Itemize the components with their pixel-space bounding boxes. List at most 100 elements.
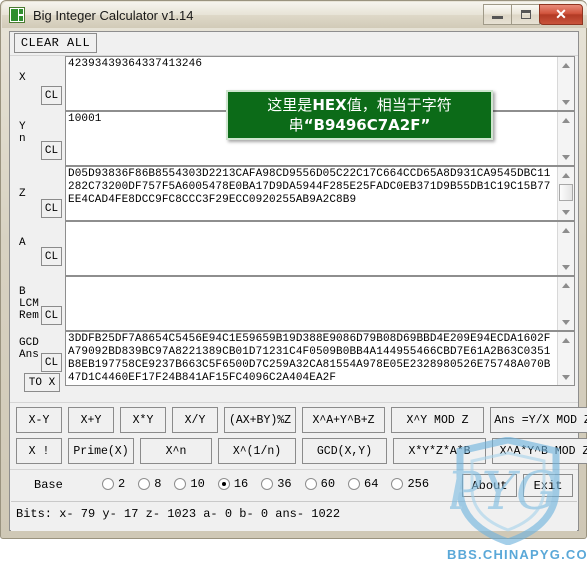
to-x-button[interactable]: TO X (24, 373, 60, 392)
input-b[interactable] (65, 276, 575, 331)
scroll-down-icon[interactable] (558, 149, 574, 165)
op-xa-plus-yb-plus-z-button[interactable]: X^A+Y^B+Z (302, 407, 385, 433)
operations-row-1: X-Y X+Y X*Y X/Y (AX+BY)%Z X^A+Y^B+Z X^Y … (16, 407, 587, 433)
app-icon (9, 7, 25, 23)
clear-ans-button[interactable]: CL (41, 353, 62, 372)
scroll-down-icon[interactable] (558, 204, 574, 220)
minimize-button[interactable] (483, 4, 512, 25)
radio-dot-icon (304, 478, 317, 490)
scrollbar-y[interactable] (557, 112, 574, 165)
radio-dot-icon (261, 478, 274, 490)
annotation-line-1: 这里是HEX值，相当于字符 (267, 95, 451, 115)
field-label-col-ans: GCD Ans CL TO X (10, 331, 65, 392)
op-x-pow-one-over-n-button[interactable]: X^(1/n) (218, 438, 296, 464)
base-radio-36[interactable]: 36 (261, 477, 292, 491)
scroll-down-icon[interactable] (558, 94, 574, 110)
scrollbar-ans[interactable] (557, 332, 574, 385)
scroll-down-icon[interactable] (558, 314, 574, 330)
scrollbar-b[interactable] (557, 277, 574, 330)
base-radio-2-label: 2 (118, 477, 126, 491)
clear-all-button[interactable]: CLEAR ALL (14, 33, 97, 53)
scroll-up-icon[interactable] (558, 57, 574, 73)
scrollbar-x[interactable] (557, 57, 574, 110)
scroll-down-icon[interactable] (558, 259, 574, 275)
base-radio-8-label: 8 (154, 477, 162, 491)
field-row-z: Z CL D05D93836F86B8554303D2213CAFA98CD95… (10, 166, 578, 221)
op-x-div-y-button[interactable]: X/Y (172, 407, 218, 433)
input-z-value: D05D93836F86B8554303D2213CAFA98CD9556D05… (68, 168, 551, 206)
clear-y-button[interactable]: CL (41, 141, 62, 160)
minimize-icon (492, 16, 503, 19)
close-button[interactable]: ✕ (539, 4, 583, 25)
op-x-y-z-a-b-product-button[interactable]: X*Y*Z*A*B (393, 438, 486, 464)
clear-x-button[interactable]: CL (41, 86, 62, 105)
base-radio-2[interactable]: 2 (102, 477, 125, 491)
field-row-ans: GCD Ans CL TO X 3DDFB25DF7A8654C5456E94C… (10, 331, 578, 392)
input-a[interactable] (65, 221, 575, 276)
op-gcd-x-y-button[interactable]: GCD(X,Y) (302, 438, 387, 464)
field-row-a: A CL (10, 221, 578, 276)
client-area: CLEAR ALL X CL 42393439364337413246 Y n … (9, 31, 587, 562)
annotation-line1-part2: 值，相当于字符 (346, 96, 452, 114)
op-ans-y-div-x-mod-z-button[interactable]: Ans =Y/X MOD Z (490, 407, 587, 433)
field-label-col-x: X CL (10, 56, 65, 111)
input-z[interactable]: D05D93836F86B8554303D2213CAFA98CD9556D05… (65, 166, 575, 221)
scroll-down-icon[interactable] (558, 369, 574, 385)
window-title: Big Integer Calculator v1.14 (33, 7, 194, 23)
annotation-line1-hex: HEX (312, 96, 347, 114)
scroll-up-icon[interactable] (558, 112, 574, 128)
radio-dot-selected-icon (217, 478, 230, 490)
field-label-ans: GCD Ans (19, 337, 39, 361)
field-label-a: A (19, 237, 26, 249)
base-radio-64-label: 64 (364, 477, 379, 491)
base-radio-256[interactable]: 256 (391, 477, 429, 491)
base-radio-8[interactable]: 8 (138, 477, 161, 491)
toolbar: CLEAR ALL (10, 32, 578, 56)
exit-button[interactable]: Exit (523, 474, 573, 497)
scroll-up-icon[interactable] (558, 332, 574, 348)
radio-dot-icon (138, 478, 151, 490)
operations-panel: X-Y X+Y X*Y X/Y (AX+BY)%Z X^A+Y^B+Z X^Y … (10, 402, 587, 469)
base-radio-60[interactable]: 60 (304, 477, 336, 491)
op-ax-by-mod-z-button[interactable]: (AX+BY)%Z (224, 407, 296, 433)
field-row-b: B LCM Rem. CL (10, 276, 578, 331)
clear-a-button[interactable]: CL (41, 247, 62, 266)
annotation-line1-part1: 这里是 (267, 96, 313, 114)
op-xa-times-yb-mod-z-button[interactable]: X^A*Y^B MOD Z (492, 438, 587, 464)
op-x-pow-y-mod-z-button[interactable]: X^Y MOD Z (391, 407, 484, 433)
scroll-up-icon[interactable] (558, 167, 574, 183)
title-bar: Big Integer Calculator v1.14 ✕ (2, 2, 587, 28)
scrollbar-z[interactable] (557, 167, 574, 220)
radio-dot-icon (102, 478, 114, 490)
scrollbar-a[interactable] (557, 222, 574, 275)
clear-b-button[interactable]: CL (41, 306, 62, 325)
radio-dot-icon (391, 478, 404, 490)
maximize-button[interactable] (511, 4, 540, 25)
op-prime-x-button[interactable]: Prime(X) (68, 438, 134, 464)
about-button[interactable]: About (462, 474, 517, 497)
base-radio-10[interactable]: 10 (174, 477, 205, 491)
base-radio-16-label: 16 (233, 477, 249, 491)
field-label-z: Z (19, 188, 26, 200)
radio-dot-icon (348, 478, 361, 490)
input-ans[interactable]: 3DDFB25DF7A8654C5456E94C1E59659B19D388E9… (65, 331, 575, 386)
scroll-up-icon[interactable] (558, 277, 574, 293)
base-radio-64[interactable]: 64 (348, 477, 378, 491)
field-label-col-b: B LCM Rem. CL (10, 276, 65, 331)
input-x-value: 42393439364337413246 (68, 58, 203, 70)
base-radio-16[interactable]: 16 (217, 477, 249, 491)
scroll-thumb[interactable] (559, 184, 573, 201)
window-controls: ✕ (483, 4, 583, 25)
field-label-col-y: Y n CL (10, 111, 65, 166)
op-x-plus-y-button[interactable]: X+Y (68, 407, 114, 433)
op-x-times-y-button[interactable]: X*Y (120, 407, 166, 433)
op-x-factorial-button[interactable]: X ! (16, 438, 62, 464)
base-radio-60-label: 60 (320, 477, 336, 491)
op-x-pow-n-button[interactable]: X^n (140, 438, 212, 464)
op-x-minus-y-button[interactable]: X-Y (16, 407, 62, 433)
scroll-up-icon[interactable] (558, 222, 574, 238)
annotation-line2-part1: 串 (288, 116, 304, 134)
clear-z-button[interactable]: CL (41, 199, 62, 218)
field-label-col-z: Z CL (10, 166, 65, 221)
input-ans-value: 3DDFB25DF7A8654C5456E94C1E59659B19D388E9… (68, 333, 551, 384)
